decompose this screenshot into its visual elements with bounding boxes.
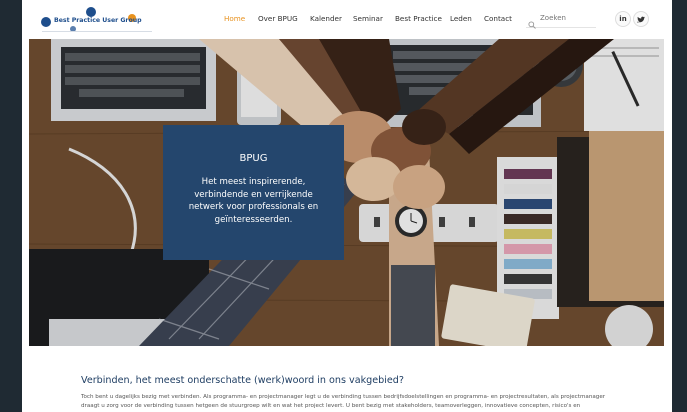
- search-input[interactable]: [540, 12, 594, 24]
- nav-item-best-practice[interactable]: Best Practice: [395, 14, 442, 23]
- hero-title: BPUG: [239, 153, 268, 164]
- nav-item-seminar[interactable]: Seminar: [353, 14, 383, 23]
- search-icon[interactable]: [528, 14, 536, 29]
- nav-item-home[interactable]: Home: [224, 14, 245, 23]
- hero-card: BPUG Het meest inspirerende, verbindende…: [163, 125, 344, 260]
- nav-item-kalender[interactable]: Kalender: [310, 14, 342, 23]
- nav-item-contact[interactable]: Contact: [484, 14, 512, 23]
- logo-underline: [42, 31, 152, 32]
- logo-text: Best Practice User Group: [54, 17, 142, 24]
- site-header: Best Practice User Group Home Over BPUG …: [22, 0, 672, 39]
- hero-tagline: Het meest inspirerende, verbindende en v…: [188, 177, 319, 225]
- hero-banner: BPUG Het meest inspirerende, verbindende…: [29, 39, 664, 346]
- logo-dot: [86, 7, 96, 17]
- content-body: Toch bent u dagelijks bezig met verbinde…: [81, 394, 606, 412]
- content-heading: Verbinden, het meest onderschatte (werk)…: [81, 375, 404, 386]
- twitter-icon[interactable]: [633, 11, 649, 27]
- linkedin-icon[interactable]: in: [615, 11, 631, 27]
- logo[interactable]: Best Practice User Group: [32, 5, 162, 33]
- nav-item-leden[interactable]: Leden: [450, 14, 472, 23]
- hero-photo: [29, 39, 664, 346]
- logo-dot: [41, 17, 51, 27]
- search-box[interactable]: [526, 11, 596, 29]
- page-frame: Best Practice User Group Home Over BPUG …: [22, 0, 672, 412]
- nav-item-over-bpug[interactable]: Over BPUG: [258, 14, 298, 23]
